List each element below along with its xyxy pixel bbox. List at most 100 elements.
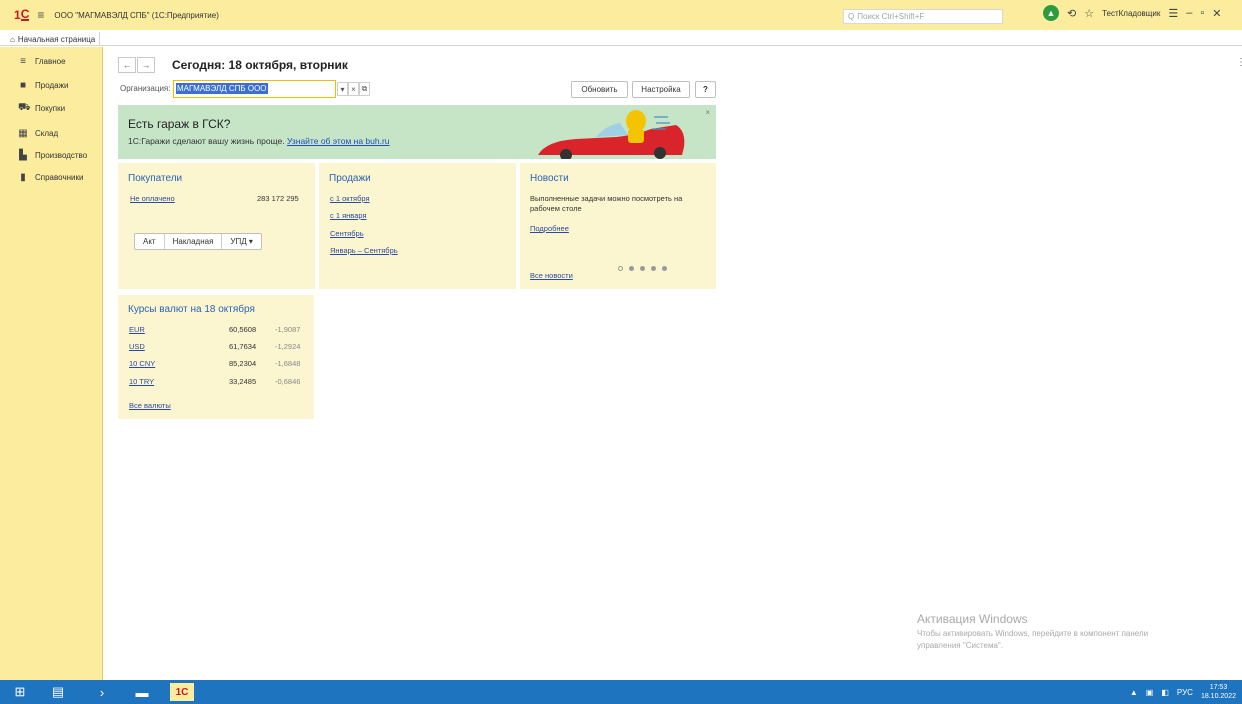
sidebar-item-production[interactable]: ▙ Производство [18, 148, 87, 162]
sales-link-jan-sep[interactable]: Январь – Сентябрь [330, 246, 398, 255]
tray-arrow-icon[interactable]: ▲ [1130, 688, 1138, 697]
currency-code[interactable]: EUR [129, 325, 145, 334]
more-options-icon[interactable]: ⋮ [1236, 57, 1242, 68]
back-button[interactable]: ← [118, 57, 136, 73]
search-input[interactable]: Q Поиск Ctrl+Shift+F [843, 9, 1003, 24]
promo-banner: Есть гараж в ГСК? 1С:Гаражи сделают вашу… [118, 105, 716, 159]
unpaid-link[interactable]: Не оплачено [130, 194, 175, 203]
panel-title: Новости [530, 173, 569, 184]
minimize-icon[interactable]: – [1186, 7, 1192, 19]
help-button[interactable]: ? [695, 81, 716, 98]
panel-title: Продажи [329, 173, 371, 184]
start-button-icon[interactable]: ⊞ [8, 683, 32, 701]
sidebar-item-label: Продажи [35, 80, 69, 90]
all-news-link[interactable]: Все новости [530, 271, 573, 280]
pager-dot[interactable] [618, 266, 623, 271]
tab-label: Начальная страница [17, 34, 96, 44]
chevron-down-icon: ▾ [340, 84, 345, 94]
pager-dot[interactable] [662, 266, 667, 271]
sidebar-item-warehouse[interactable]: ▦ Склад [18, 126, 58, 140]
user-name[interactable]: ТестКладовщик [1102, 9, 1160, 18]
forward-button[interactable]: → [137, 57, 155, 73]
favorites-star-icon[interactable]: ☆ [1084, 7, 1094, 20]
banner-description: 1С:Гаражи сделают вашу жизнь проще. [128, 136, 285, 146]
clock[interactable]: 17:53 18.10.2022 [1201, 683, 1236, 701]
currency-code[interactable]: 10 CNY [129, 359, 155, 368]
sidebar-item-sales[interactable]: ■ Продажи [18, 78, 68, 92]
news-more-link[interactable]: Подробнее [530, 224, 569, 233]
history-icon[interactable]: ⟲ [1067, 7, 1076, 20]
app-title: ООО "МАГМАВЭЛД СПБ" (1С:Предприятие) [54, 10, 219, 20]
currency-rate: 33,2485 [229, 377, 257, 386]
currency-rate: 85,2304 [229, 359, 257, 368]
tab-home[interactable]: ⌂ Начальная страница [6, 32, 101, 46]
sidebar-item-directories[interactable]: ▮ Справочники [18, 170, 83, 184]
org-dropdown-button[interactable]: ▾ [337, 82, 348, 96]
org-field[interactable]: МАГМАВЭЛД СПБ ООО [173, 80, 336, 98]
maximize-icon[interactable]: ▫ [1200, 7, 1204, 19]
org-label: Организация: [120, 84, 171, 93]
arrow-left-icon: ← [122, 60, 132, 70]
notification-bell-icon[interactable]: ▲ [1043, 5, 1059, 21]
org-open-button[interactable]: ⧉ [359, 82, 370, 96]
book-icon: ▮ [20, 171, 26, 183]
unpaid-value: 283 172 295 [257, 194, 299, 203]
sidebar-item-purchases[interactable]: ⛟ Покупки [18, 101, 65, 115]
sidebar-item-label: Склад [35, 128, 59, 138]
act-button[interactable]: Акт [135, 234, 165, 249]
panel-title: Курсы валют на 18 октября [128, 304, 255, 315]
currency-change: -1,9087 [275, 325, 301, 334]
close-icon[interactable]: ✕ [1212, 7, 1221, 20]
document-buttons: Акт Накладная УПД ▾ [134, 233, 262, 250]
settings-menu-icon[interactable]: ☰ [1168, 7, 1178, 20]
org-clear-button[interactable]: × [348, 82, 359, 96]
pager-dot[interactable] [651, 266, 656, 271]
file-explorer-icon[interactable]: ▬ [130, 683, 154, 701]
activation-title: Активация Windows [917, 612, 1028, 626]
sidebar-item-label: Справочники [35, 172, 84, 182]
news-text-line1: Выполненные задачи можно посмотреть на [530, 194, 683, 203]
1c-taskbar-icon[interactable]: 1С [170, 683, 194, 701]
invoice-button[interactable]: Накладная [165, 234, 223, 249]
title-bar: 1С ≡ ООО "МАГМАВЭЛД СПБ" (1С:Предприятие… [0, 0, 1242, 30]
network-icon[interactable]: ▣ [1146, 688, 1154, 697]
warehouse-icon: ▦ [18, 127, 28, 139]
sales-panel: Продажи с 1 октября с 1 января Сентябрь … [319, 163, 516, 289]
news-text-line2: рабочем столе [530, 204, 582, 213]
sound-icon[interactable]: ◧ [1161, 688, 1169, 697]
pager-dot[interactable] [629, 266, 634, 271]
sales-link-october[interactable]: с 1 октября [330, 194, 370, 203]
system-tray: ▲ ▣ ◧ РУС 17:53 18.10.2022 [1130, 683, 1236, 701]
powershell-icon[interactable]: › [90, 683, 114, 701]
main-menu-icon[interactable]: ≡ [37, 8, 44, 22]
currency-code[interactable]: 10 TRY [129, 377, 154, 386]
activation-line2: управления "Система". [917, 641, 1003, 650]
page-title: Сегодня: 18 октября, вторник [172, 58, 348, 72]
pager-dot[interactable] [640, 266, 645, 271]
1c-logo[interactable]: 1С [14, 8, 30, 22]
upd-button[interactable]: УПД ▾ [222, 234, 261, 249]
titlebar-tools: ▲ ⟲ ☆ ТестКладовщик ☰ – ▫ ✕ [1043, 5, 1221, 21]
banner-close-icon[interactable]: × [705, 108, 710, 117]
language-indicator[interactable]: РУС [1177, 688, 1193, 697]
car-illustration [538, 110, 685, 159]
banner-link[interactable]: Узнайте об этом на buh.ru [287, 136, 390, 146]
refresh-button[interactable]: Обновить [571, 81, 628, 98]
currency-code[interactable]: USD [129, 342, 145, 351]
sales-link-january[interactable]: с 1 января [330, 211, 367, 220]
activation-line1: Чтобы активировать Windows, перейдите в … [917, 629, 1149, 638]
sales-link-september[interactable]: Сентябрь [330, 229, 364, 238]
server-manager-icon[interactable]: ▤ [46, 683, 70, 701]
panel-title: Покупатели [128, 173, 183, 184]
sidebar-item-label: Главное [35, 56, 66, 66]
arrow-right-icon: → [141, 60, 151, 70]
all-currencies-link[interactable]: Все валюты [129, 401, 171, 410]
currency-rate: 61,7634 [229, 342, 257, 351]
open-link-icon: ⧉ [361, 84, 368, 93]
sidebar-item-label: Производство [35, 150, 88, 160]
tab-strip: ⌂ Начальная страница [0, 30, 1242, 46]
clock-time: 17:53 [1209, 684, 1228, 691]
sidebar-item-main[interactable]: ≡ Главное [18, 54, 66, 68]
settings-button[interactable]: Настройка [632, 81, 690, 98]
sidebar: ≡ Главное ■ Продажи ⛟ Покупки ▦ Склад ▙ … [0, 47, 103, 680]
